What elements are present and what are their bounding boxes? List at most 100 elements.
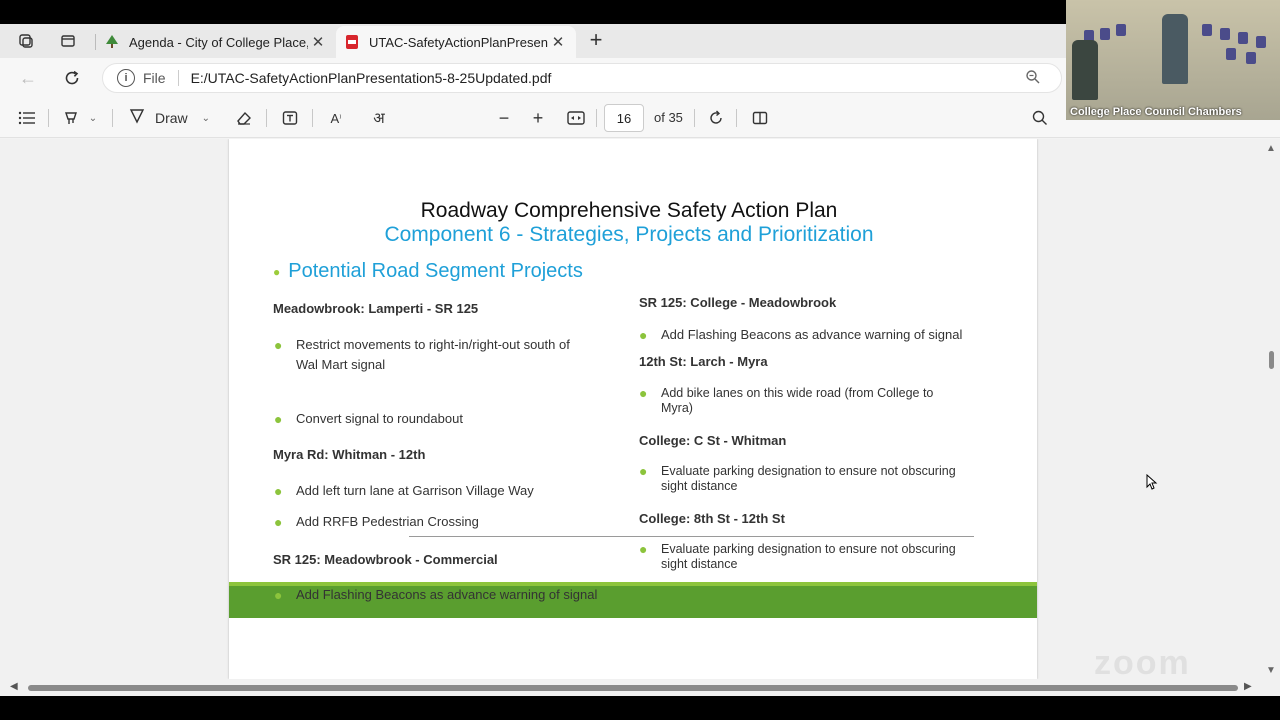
bullet-icon: ● (639, 541, 648, 557)
draw-label: Draw (155, 110, 188, 126)
bullet-item: ● Add left turn lane at Garrison Village… (274, 481, 534, 501)
section-heading: ● Potential Road Segment Projects (273, 260, 583, 283)
close-tab-icon[interactable]: ✕ (548, 33, 568, 51)
eraser-icon[interactable] (234, 106, 254, 130)
pen-icon (128, 107, 146, 129)
horizontal-scrollbar[interactable]: ◀ ▶ (0, 679, 1280, 696)
toolbar-separator (694, 109, 695, 127)
highlight-button[interactable]: ⌄ (60, 106, 100, 130)
tab-actions-icon[interactable] (58, 31, 78, 51)
bullet-text: sight distance (661, 479, 738, 493)
chevron-down-icon: ⌄ (88, 112, 98, 124)
page-count: of 35 (654, 110, 683, 125)
toolbar-separator (596, 109, 597, 127)
chair-shape (1256, 36, 1266, 48)
slide-subtitle: Component 6 - Strategies, Projects and P… (384, 223, 874, 246)
bullet-text: Add Flashing Beacons as advance warning … (661, 327, 963, 342)
chair-shape (1226, 48, 1236, 60)
tree-favicon-icon (104, 34, 120, 50)
pdf-favicon-icon (344, 34, 360, 50)
bullet-item: ● Add RRFB Pedestrian Crossing (274, 512, 479, 532)
zoom-search-icon[interactable] (1025, 69, 1041, 89)
bullet-text: sight distance (661, 557, 738, 571)
scroll-down-icon[interactable]: ▼ (1266, 665, 1276, 676)
pdf-page: Roadway Comprehensive Safety Action Plan… (229, 139, 1037, 679)
tab-pdf[interactable]: UTAC-SafetyActionPlanPresentatio ✕ (336, 26, 576, 58)
segment-heading: Myra Rd: Whitman - 12th (273, 447, 426, 462)
horizontal-scroll-thumb[interactable] (28, 685, 1238, 691)
bullet-text: Add bike lanes on this wide road (from C… (661, 386, 934, 400)
close-tab-icon[interactable]: ✕ (308, 33, 328, 51)
bullet-item: ● Add Flashing Beacons as advance warnin… (274, 585, 598, 605)
rotate-icon[interactable] (706, 106, 726, 130)
video-label: College Place Council Chambers (1070, 106, 1242, 118)
search-icon[interactable] (1030, 106, 1050, 130)
zoom-in-icon[interactable]: + (528, 106, 548, 130)
bullet-icon: ● (274, 483, 283, 499)
scroll-left-icon[interactable]: ◀ (10, 681, 18, 692)
refresh-icon[interactable] (60, 66, 84, 90)
section-heading-text: Potential Road Segment Projects (288, 260, 583, 282)
pdf-viewer[interactable]: Roadway Comprehensive Safety Action Plan… (0, 139, 1280, 679)
segment-heading: College: 8th St - 12th St (639, 511, 785, 526)
bullet-icon: ● (274, 337, 283, 353)
bullet-icon: ● (273, 264, 281, 279)
toolbar-separator (48, 109, 49, 127)
vertical-scrollbar[interactable]: ▲ ▼ (1262, 139, 1280, 679)
tab-agenda[interactable]: Agenda - City of College Place, W ✕ (96, 26, 336, 58)
slide-title: Roadway Comprehensive Safety Action Plan (420, 199, 838, 222)
chair-shape (1116, 24, 1126, 36)
tab-title: UTAC-SafetyActionPlanPresentatio (369, 34, 548, 50)
bullet-text: Add Flashing Beacons as advance warning … (296, 587, 598, 602)
toolbar-separator (312, 109, 313, 127)
scroll-up-icon[interactable]: ▲ (1266, 143, 1276, 154)
bullet-text: Myra) (661, 401, 693, 415)
fit-page-icon[interactable] (565, 106, 587, 130)
bullet-text: Evaluate parking designation to ensure n… (661, 464, 956, 478)
omnibox-divider (177, 70, 179, 86)
omnibox[interactable]: i File E:/UTAC-SafetyActionPlanPresentat… (102, 63, 1062, 93)
bullet-icon: ● (274, 411, 283, 427)
divider-line (409, 536, 974, 537)
browser-window: Agenda - City of College Place, W ✕ UTAC… (0, 24, 1280, 696)
page-number-input[interactable]: 16 (604, 104, 644, 132)
chair-shape (1202, 24, 1212, 36)
bullet-icon: ● (274, 514, 283, 530)
video-thumbnail[interactable]: College Place Council Chambers (1066, 0, 1280, 120)
translate-icon[interactable]: अ (368, 106, 390, 130)
page-view-icon[interactable] (750, 106, 770, 130)
chair-shape (1220, 28, 1230, 40)
text-box-icon[interactable] (280, 106, 300, 130)
bullet-text: Add left turn lane at Garrison Village W… (296, 483, 534, 498)
new-tab-button[interactable]: + (584, 27, 608, 52)
bullet-item: ● Convert signal to roundabout (274, 409, 463, 429)
draw-button[interactable]: Draw ⌄ (128, 106, 220, 130)
bullet-icon: ● (639, 385, 648, 401)
segment-heading: 12th St: Larch - Myra (639, 354, 768, 369)
chair-shape (1238, 32, 1248, 44)
bullet-item: ● Evaluate parking designation to ensure… (639, 464, 1006, 494)
info-icon[interactable]: i (117, 69, 135, 87)
zoom-watermark: zoom (1094, 644, 1191, 682)
bullet-item: ● Evaluate parking designation to ensure… (639, 542, 1006, 572)
segment-heading: SR 125: College - Meadowbrook (639, 295, 837, 310)
segment-heading: Meadowbrook: Lamperti - SR 125 (273, 301, 479, 316)
scroll-right-icon[interactable]: ▶ (1244, 681, 1252, 692)
bullet-item: ● Add bike lanes on this wide road (from… (639, 386, 1001, 416)
bullet-text: Convert signal to roundabout (296, 411, 463, 426)
vertical-scroll-thumb[interactable] (1269, 351, 1274, 369)
segment-heading: College: C St - Whitman (639, 433, 787, 448)
tab-title: Agenda - City of College Place, W (129, 34, 308, 50)
read-aloud-icon[interactable]: A ⁾ (326, 106, 346, 130)
bullet-icon: ● (274, 587, 283, 603)
person-shape (1072, 40, 1098, 100)
screen: Agenda - City of College Place, W ✕ UTAC… (0, 0, 1280, 720)
contents-icon[interactable] (16, 106, 38, 130)
bullet-item: ● Add Flashing Beacons as advance warnin… (639, 325, 963, 345)
url-text[interactable]: E:/UTAC-SafetyActionPlanPresentation5-8-… (191, 70, 552, 86)
zoom-out-icon[interactable]: − (494, 106, 514, 130)
toolbar-separator (266, 109, 267, 127)
back-arrow-icon[interactable]: ← (16, 66, 40, 90)
scheme-label: File (143, 70, 166, 86)
workspaces-icon[interactable] (16, 31, 36, 51)
